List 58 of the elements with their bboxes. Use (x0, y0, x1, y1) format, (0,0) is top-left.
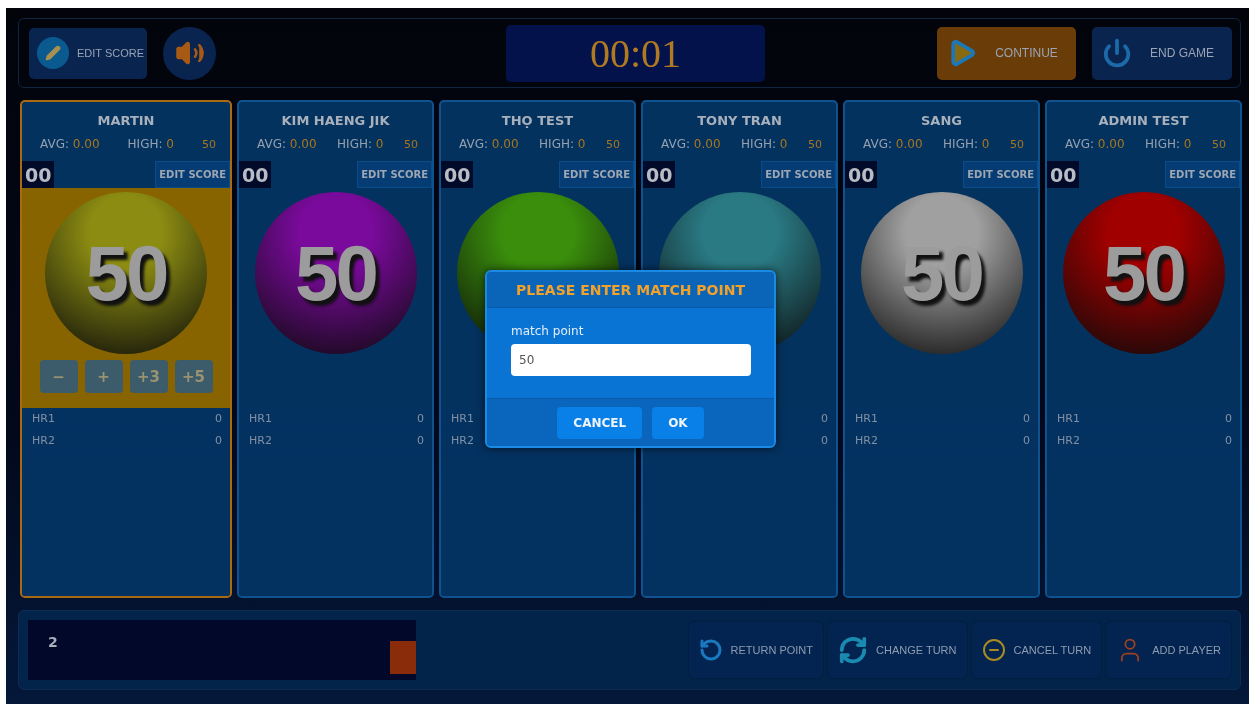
inning-points: 0 (821, 412, 828, 425)
average-stat: AVG: 0.00 (40, 137, 100, 151)
inning-label: HR1 (855, 412, 878, 425)
inning-label: HR1 (1057, 412, 1080, 425)
average-stat: AVG: 0.00 (661, 137, 721, 151)
score-ball: 50 (45, 192, 207, 354)
high-stat: HIGH: 0 (337, 137, 384, 151)
target-score: 50 (404, 138, 418, 151)
inning-score: 00 (1047, 161, 1080, 188)
inning-points: 0 (215, 434, 222, 447)
target-score: 50 (202, 138, 216, 151)
player-name: ADMIN TEST (1097, 113, 1190, 128)
high-stat: HIGH: 0 (1145, 137, 1192, 151)
inning-label: HR2 (451, 434, 474, 447)
inning-points: 0 (417, 434, 424, 447)
inning-label: HR2 (249, 434, 272, 447)
inning-score: 00 (845, 161, 878, 188)
inning-label: HR1 (249, 412, 272, 425)
target-score: 50 (606, 138, 620, 151)
average-stat: AVG: 0.00 (1065, 137, 1125, 151)
inning-label: HR2 (32, 434, 55, 447)
score-ball: 50 (1062, 192, 1225, 354)
inning-score: 00 (441, 161, 474, 188)
target-score: 50 (1212, 138, 1226, 151)
player-name: SANG (920, 113, 963, 128)
inning-points: 0 (1225, 434, 1232, 447)
score-ball: 50 (860, 192, 1023, 354)
high-stat: HIGH: 0 (539, 137, 586, 151)
inning-label: HR1 (451, 412, 474, 425)
inning-points: 0 (1225, 412, 1232, 425)
inning-score: 00 (643, 161, 676, 188)
high-stat: HIGH: 0 (741, 137, 788, 151)
high-stat: HIGH: 0 (943, 137, 990, 151)
turn-number: 2 (48, 634, 58, 650)
player-name: TONY TRAN (696, 113, 783, 128)
score-ball: 50 (254, 192, 417, 354)
inning-points: 0 (821, 434, 828, 447)
inning-score: 00 (239, 161, 272, 188)
game-timer: 00:01 (506, 24, 765, 82)
inning-label: HR2 (1057, 434, 1080, 447)
player-name: THỌ TEST (500, 113, 575, 128)
inning-label: HR1 (32, 412, 55, 425)
field-label: match point (511, 324, 585, 338)
target-score: 50 (808, 138, 822, 151)
inning-points: 0 (1023, 412, 1030, 425)
inning-points: 0 (1023, 434, 1030, 447)
average-stat: AVG: 0.00 (863, 137, 923, 151)
dialog-title: PLEASE ENTER MATCH POINT (487, 272, 774, 308)
player-name: KIM HAENG JIK (280, 113, 391, 128)
target-score: 50 (1010, 138, 1024, 151)
high-stat: HIGH: 0 (127, 137, 174, 151)
inning-score: 00 (22, 161, 55, 188)
average-stat: AVG: 0.00 (459, 137, 519, 151)
average-stat: AVG: 0.00 (257, 137, 317, 151)
inning-label: HR2 (855, 434, 878, 447)
inning-points: 0 (417, 412, 424, 425)
inning-points: 0 (215, 412, 222, 425)
player-name: MARTIN (96, 113, 156, 128)
